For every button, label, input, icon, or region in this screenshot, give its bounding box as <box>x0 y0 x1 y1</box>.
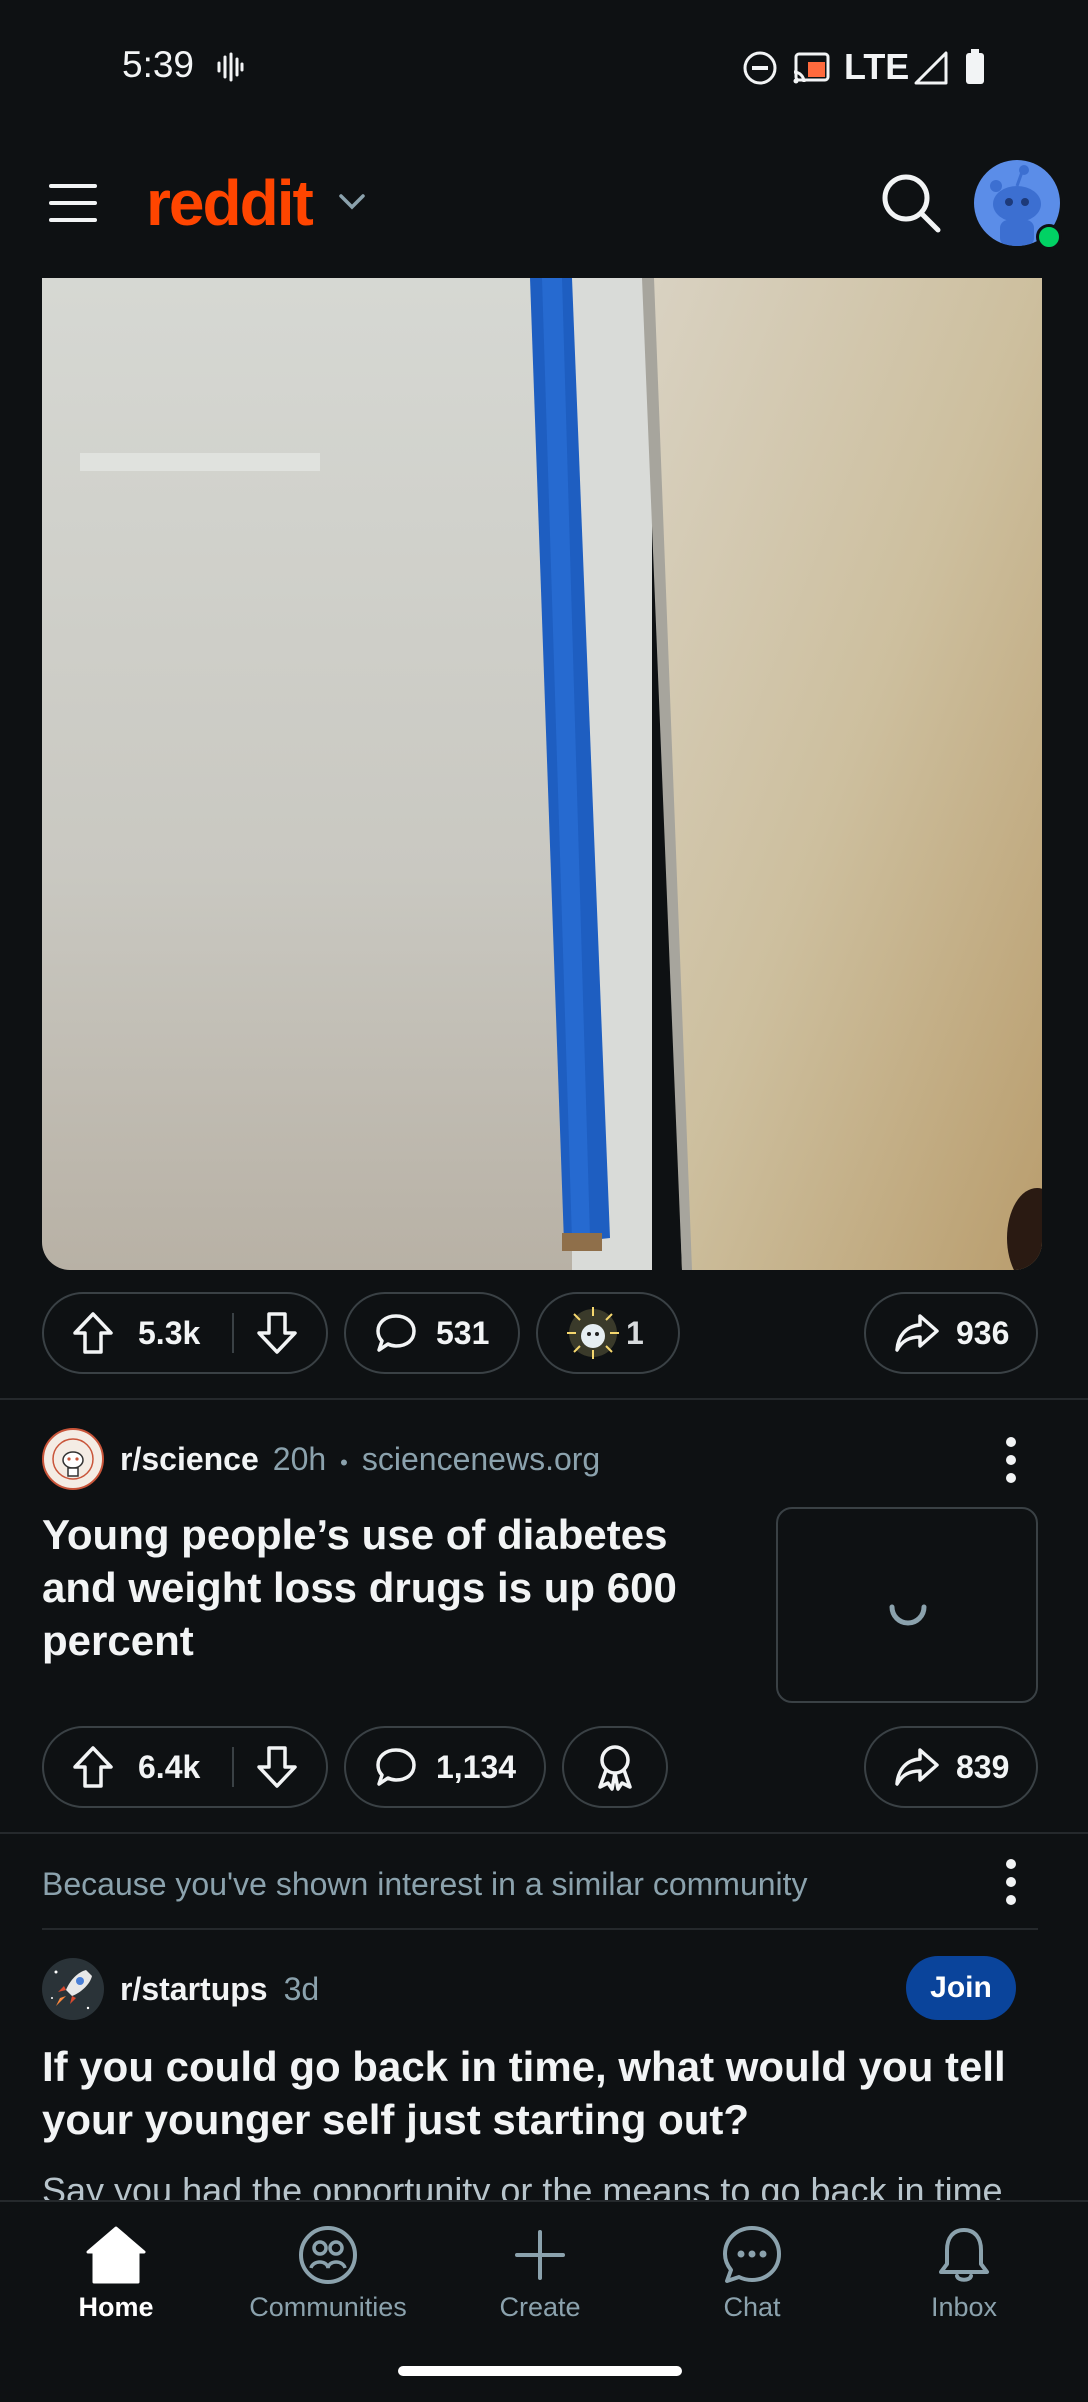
chat-icon <box>723 2226 781 2283</box>
award-count: 1 <box>626 1314 644 1351</box>
comment-icon <box>376 1314 416 1352</box>
share-icon <box>895 1314 939 1352</box>
section-divider <box>42 1928 1038 1930</box>
nav-home-label: Home <box>78 2292 154 2322</box>
nav-create[interactable]: Create <box>440 2202 640 2352</box>
nav-chat-label: Chat <box>723 2292 781 2322</box>
comment-count: 1,134 <box>436 1748 517 1785</box>
share-count: 839 <box>956 1748 1010 1785</box>
post-body-preview-clip: Say you had the opportunity or the means… <box>42 2170 1042 2200</box>
nav-inbox[interactable]: Inbox <box>864 2202 1064 2352</box>
chevron-down-icon[interactable] <box>338 192 366 212</box>
post-meta: r/startups 3d <box>120 1971 319 2008</box>
post-meta: r/science 20h • sciencenews.org <box>120 1441 600 1478</box>
subreddit-icon-science[interactable] <box>42 1428 104 1490</box>
subreddit-name[interactable]: r/science <box>120 1441 259 1478</box>
downvote-icon[interactable] <box>256 1311 298 1355</box>
recommendation-reason: Because you've shown interest in a simil… <box>42 1866 808 1902</box>
overflow-menu-icon[interactable] <box>996 1436 1026 1484</box>
share-button[interactable]: 839 <box>864 1726 1038 1808</box>
upvote-count: 5.3k <box>138 1314 201 1351</box>
share-icon <box>895 1748 939 1786</box>
bottom-navigation: Home Communities Create Chat Inbox <box>0 2200 1088 2402</box>
rocket-icon <box>51 1970 92 2010</box>
upvote-count: 6.4k <box>138 1748 201 1785</box>
loading-spinner-icon <box>889 1604 927 1626</box>
post-divider <box>0 1398 1088 1400</box>
share-button[interactable]: 936 <box>864 1292 1038 1374</box>
battery-icon <box>966 49 984 84</box>
post-age: 20h <box>272 1441 327 1477</box>
nav-home[interactable]: Home <box>16 2202 216 2352</box>
nav-create-label: Create <box>499 2292 581 2322</box>
vote-pill: 6.4k <box>42 1726 328 1808</box>
comments-button[interactable]: 1,134 <box>344 1726 546 1808</box>
online-status-dot <box>1036 224 1062 250</box>
post-domain[interactable]: sciencenews.org <box>362 1441 600 1478</box>
nav-inbox-label: Inbox <box>930 2292 998 2322</box>
award-icon <box>567 1307 619 1359</box>
vote-divider <box>232 1747 235 1787</box>
vote-divider <box>232 1313 235 1353</box>
sound-wave-icon <box>217 52 244 82</box>
post-image[interactable] <box>42 278 1042 1270</box>
upvote-icon[interactable] <box>72 1311 114 1355</box>
vote-pill: 5.3k <box>42 1292 328 1374</box>
plus-icon <box>515 2230 565 2280</box>
gesture-home-bar[interactable] <box>398 2366 682 2376</box>
post-title[interactable]: Young people’s use of diabetes and weigh… <box>42 1508 742 1667</box>
subreddit-name[interactable]: r/startups <box>120 1971 268 2008</box>
network-type: LTE <box>844 46 910 87</box>
nav-chat[interactable]: Chat <box>652 2202 852 2352</box>
award-ribbon-icon <box>598 1745 632 1791</box>
share-count: 936 <box>956 1314 1010 1351</box>
nav-communities[interactable]: Communities <box>228 2202 428 2352</box>
downvote-icon[interactable] <box>256 1745 298 1789</box>
status-bar: 5:39 LTE <box>0 0 1088 130</box>
award-button[interactable]: 1 <box>536 1292 680 1374</box>
bell-icon <box>939 2228 989 2282</box>
cast-icon <box>793 52 830 84</box>
post-age: 3d <box>283 1971 320 2007</box>
science-snoo-icon <box>52 1438 94 1480</box>
post-body-preview[interactable]: Say you had the opportunity or the means… <box>42 2170 1042 2200</box>
signal-icon <box>914 51 948 85</box>
home-icon <box>86 2226 146 2284</box>
subreddit-icon-startups[interactable] <box>42 1958 104 2020</box>
do-not-disturb-icon <box>743 51 777 85</box>
search-icon[interactable] <box>880 172 942 234</box>
nav-communities-label: Communities <box>249 2292 407 2322</box>
reddit-logo[interactable]: reddit <box>146 166 314 240</box>
post-divider <box>0 1832 1088 1834</box>
meta-separator: • <box>340 1450 348 1475</box>
post-thumbnail[interactable] <box>776 1507 1038 1703</box>
upvote-icon[interactable] <box>72 1745 114 1789</box>
comments-button[interactable]: 531 <box>344 1292 520 1374</box>
status-time: 5:39 <box>122 44 195 85</box>
overflow-menu-icon[interactable] <box>996 1858 1026 1906</box>
award-button[interactable] <box>562 1726 668 1808</box>
menu-icon[interactable] <box>48 182 98 224</box>
post-title[interactable]: If you could go back in time, what would… <box>42 2040 1032 2146</box>
join-button[interactable]: Join <box>906 1956 1016 2020</box>
comment-count: 531 <box>436 1314 490 1351</box>
comment-icon <box>376 1748 416 1786</box>
communities-icon <box>299 2226 357 2284</box>
wall-photo <box>42 278 1042 1270</box>
